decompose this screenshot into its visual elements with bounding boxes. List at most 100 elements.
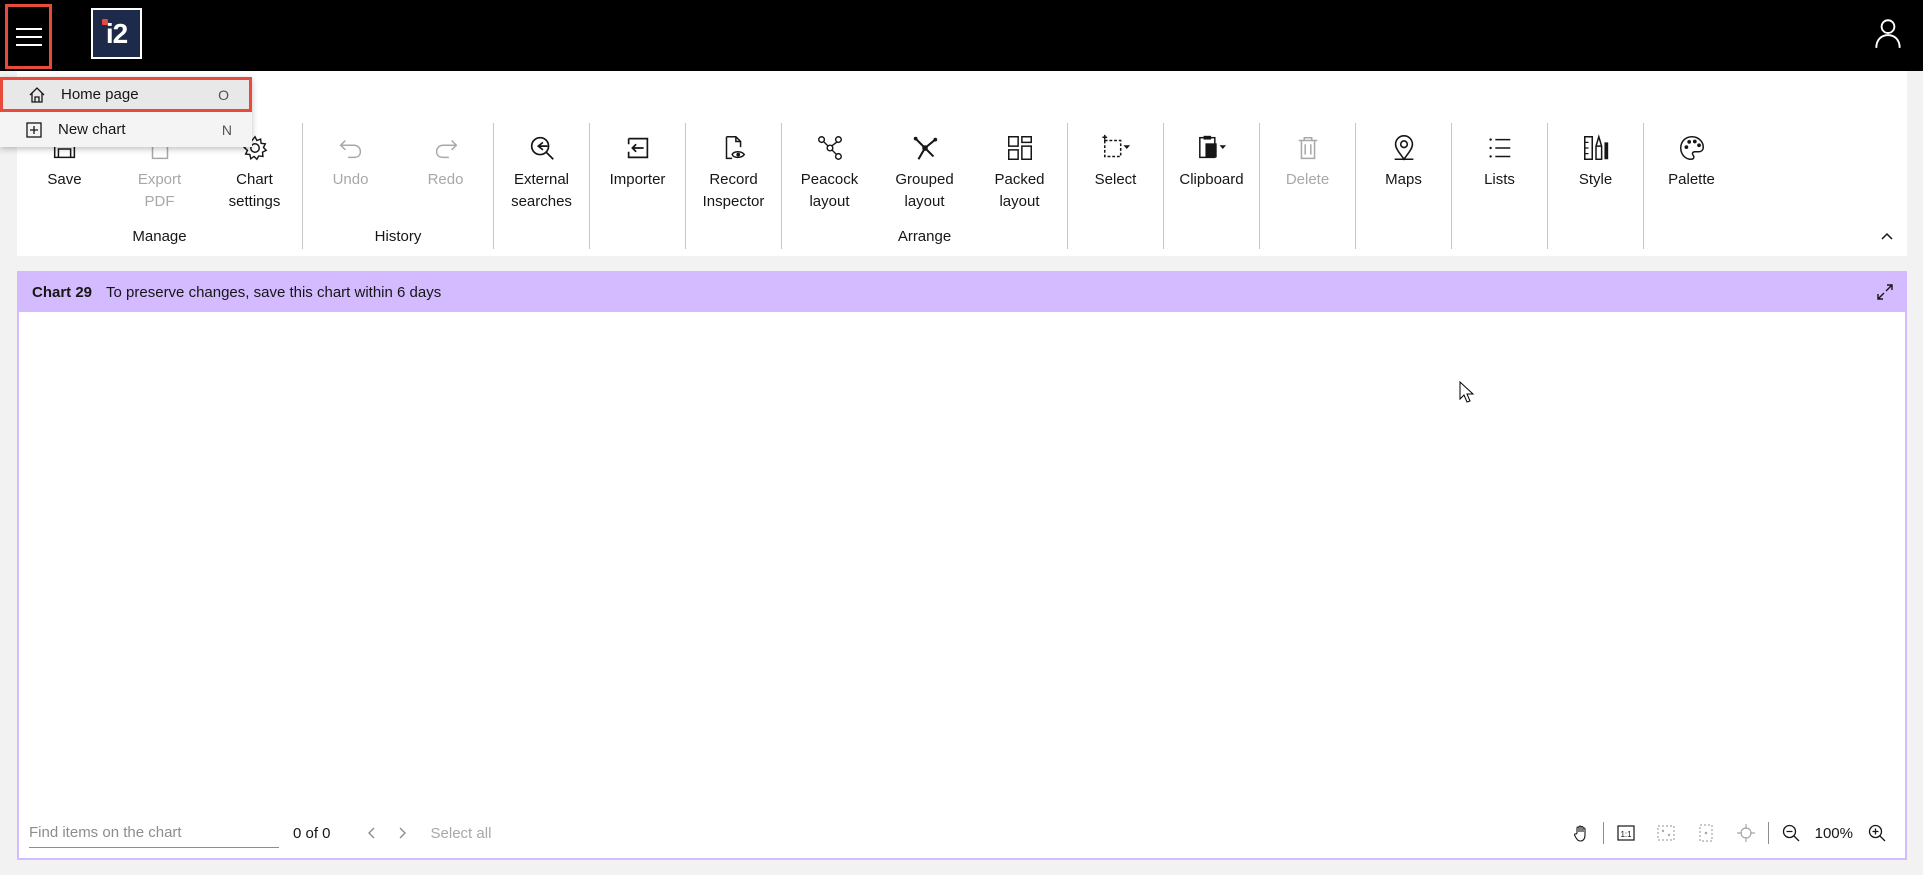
hand-icon [1573, 825, 1586, 842]
lists-button[interactable]: Lists [1452, 123, 1547, 191]
previous-result-button[interactable] [357, 818, 387, 848]
delete-button[interactable]: Delete [1260, 123, 1355, 191]
select-all-button[interactable]: Select all [431, 825, 492, 842]
external-search-icon [530, 136, 554, 160]
svg-text:1:1: 1:1 [1620, 830, 1632, 839]
ribbon-group: Select [1068, 123, 1164, 249]
chevron-right-icon [399, 827, 406, 839]
trash-icon [1298, 136, 1317, 160]
ribbon-group-buttons: Select [1068, 123, 1163, 191]
zoom-in-icon [1868, 824, 1886, 842]
next-result-button[interactable] [387, 818, 417, 848]
ribbon-group-buttons: Palette [1644, 123, 1739, 191]
ribbon-button-label: Record Inspector [702, 171, 765, 210]
ribbon-group-buttons: Lists [1452, 123, 1547, 191]
chart-tools: 1:1 100% [1561, 816, 1897, 850]
fit-to-window-button[interactable] [1646, 816, 1686, 850]
ribbon-group: Palette [1644, 123, 1739, 249]
undo-icon [339, 139, 361, 159]
ribbon-group-buttons: External searches [494, 123, 589, 213]
menu-item-label: Home page [61, 86, 139, 103]
ribbon-group-buttons: Importer [590, 123, 685, 191]
chevron-up-icon[interactable] [1879, 229, 1895, 245]
fit-to-selection-button[interactable] [1686, 816, 1726, 850]
zoom-out-icon [1782, 824, 1800, 842]
find-items-input[interactable] [29, 818, 279, 848]
ribbon-group: Record Inspector [686, 123, 782, 249]
user-icon[interactable] [1871, 16, 1905, 50]
ribbon-button-label: Select [1094, 171, 1137, 188]
ribbon-button-label: External searches [511, 171, 572, 210]
palette-icon [1679, 135, 1704, 161]
menu-item-new-chart[interactable]: New chart N [0, 112, 252, 147]
ribbon-button-label: Maps [1385, 171, 1422, 188]
style-button[interactable]: Style [1548, 123, 1643, 191]
importer-button[interactable]: Importer [590, 123, 685, 191]
ribbon-button-label: Peacock layout [800, 171, 859, 210]
ribbon-button-label: Undo [332, 171, 369, 188]
ribbon-button-label: Packed layout [994, 171, 1045, 210]
ribbon-button-label: Chart settings [228, 171, 281, 210]
zoom-out-button[interactable] [1771, 816, 1811, 850]
select-button[interactable]: Select [1068, 123, 1163, 191]
undo-button[interactable]: Undo [303, 123, 398, 191]
ribbon-button-label: Save [47, 171, 82, 188]
external-searches-button[interactable]: External searches [494, 123, 589, 213]
chart-canvas[interactable] [19, 312, 1905, 808]
clipboard-icon [1198, 135, 1226, 159]
grouped-layout-button[interactable]: Grouped layout [877, 123, 972, 213]
ribbon-toolbar: Save Export PDF Chart settings Manage Undo Re… [17, 71, 1907, 256]
packed-layout-icon [1007, 136, 1032, 160]
ribbon-button-label: Delete [1285, 171, 1330, 188]
ribbon-group: External searches [494, 123, 590, 249]
main-menu-dropdown: Home page O New chart N [0, 77, 252, 147]
divider [1602, 822, 1604, 844]
peacock-layout-icon [817, 136, 842, 160]
packed-layout-button[interactable]: Packed layout [972, 123, 1067, 213]
maps-button[interactable]: Maps [1356, 123, 1451, 191]
ribbon-button-label: Grouped layout [895, 171, 954, 210]
palette-button[interactable]: Palette [1644, 123, 1739, 191]
actual-size-button[interactable]: 1:1 [1606, 816, 1646, 850]
ribbon-group-buttons: Undo Redo [303, 123, 493, 191]
ribbon-group: Delete [1260, 123, 1356, 249]
grouped-layout-icon [913, 136, 937, 160]
ribbon-button-label: Clipboard [1179, 171, 1244, 188]
center-selection-button[interactable] [1726, 816, 1766, 850]
style-icon [1583, 134, 1608, 160]
app-logo[interactable]: i2 [91, 8, 142, 59]
chart-footer: 0 of 0 Select all 1:1 [19, 808, 1905, 858]
top-bar: i2 [0, 0, 1923, 71]
record-inspector-button[interactable]: Record Inspector [686, 123, 781, 213]
ribbon-button-label: Style [1578, 171, 1613, 188]
ribbon-group: Style [1548, 123, 1644, 249]
ribbon-groups: Save Export PDF Chart settings Manage Undo Re… [17, 123, 1739, 253]
chart-header: Chart 29 To preserve changes, save this … [19, 273, 1905, 312]
zoom-level: 100% [1814, 824, 1853, 842]
select-icon [1101, 134, 1130, 158]
hamburger-menu-button[interactable] [5, 4, 52, 69]
menu-item-home-page[interactable]: Home page O [0, 77, 252, 112]
list-icon [1488, 138, 1510, 158]
menu-item-shortcut: N [221, 121, 232, 138]
ribbon-group-buttons: Clipboard [1164, 123, 1259, 191]
ribbon-group: Importer [590, 123, 686, 249]
zoom-in-button[interactable] [1857, 816, 1897, 850]
actual-size-icon: 1:1 [1617, 825, 1635, 841]
fit-to-selection-icon [1699, 824, 1713, 842]
menu-item-shortcut: O [218, 86, 229, 103]
ribbon-group: Clipboard [1164, 123, 1260, 249]
ribbon-group: Undo Redo History [303, 123, 494, 249]
maximize-icon[interactable] [1875, 282, 1895, 302]
ribbon-button-label: Importer [609, 171, 666, 188]
clipboard-button[interactable]: Clipboard [1164, 123, 1259, 191]
ribbon-group-label: Arrange [897, 228, 952, 245]
ribbon-group: Lists [1452, 123, 1548, 249]
pan-tool-button[interactable] [1561, 816, 1601, 850]
ribbon-group-label: Manage [132, 228, 187, 245]
chart-panel: Chart 29 To preserve changes, save this … [17, 271, 1907, 860]
peacock-layout-button[interactable]: Peacock layout [782, 123, 877, 213]
logo-text: i2 [105, 17, 128, 49]
chevron-left-icon [367, 827, 375, 839]
redo-button[interactable]: Redo [398, 123, 493, 191]
